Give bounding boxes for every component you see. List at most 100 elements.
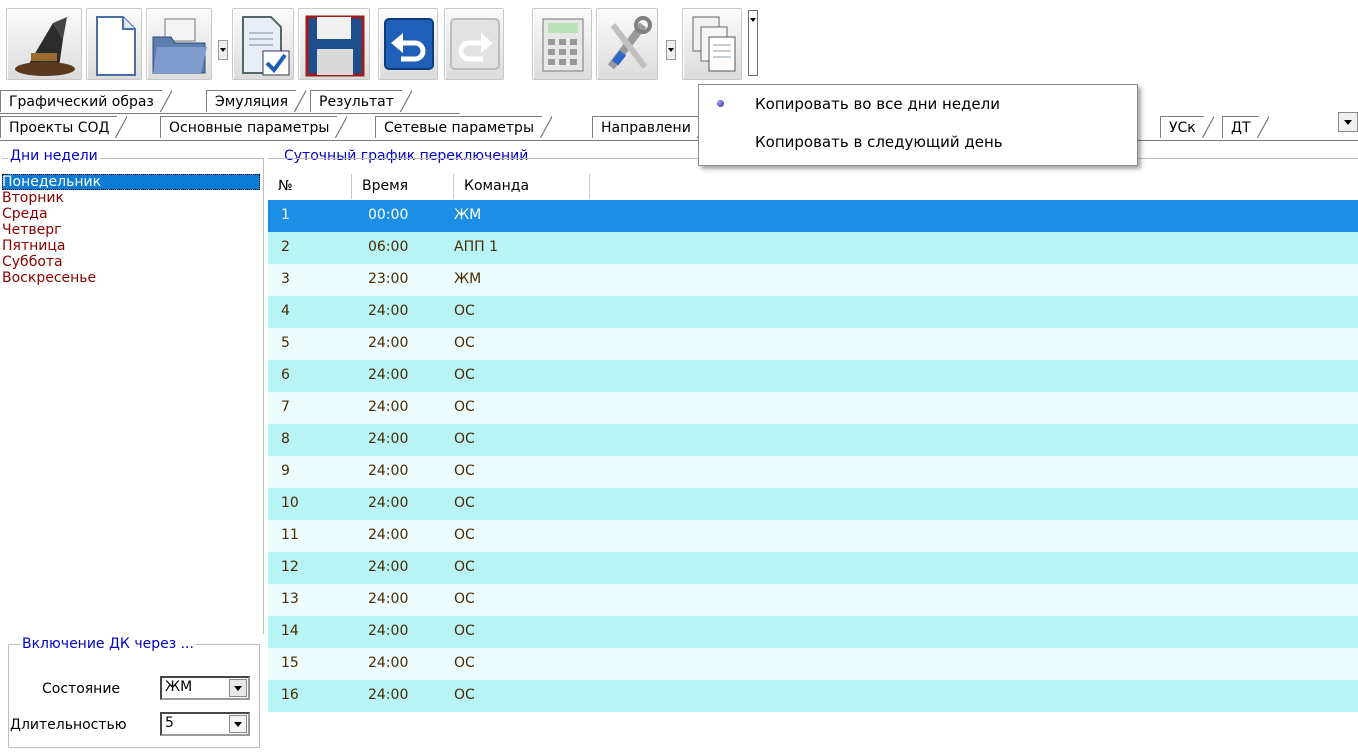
table-row[interactable]: 1 00:00 ЖМ (268, 200, 1358, 232)
days-list: Понедельник Вторник Среда Четверг Пятниц… (2, 174, 260, 286)
save-disk-icon (305, 15, 365, 77)
tab-sod-projects[interactable]: Проекты СОД (0, 116, 128, 138)
save-button[interactable] (298, 8, 370, 80)
cell-time: 06:00 (368, 239, 409, 255)
cell-number: 16 (281, 687, 299, 703)
cell-number: 2 (281, 239, 290, 255)
cell-time: 24:00 (368, 463, 409, 479)
tab-directions[interactable]: Направлени (592, 116, 709, 138)
cell-command: ОС (454, 399, 475, 415)
calculator-button[interactable] (532, 8, 592, 80)
table-row[interactable]: 13 24:00 ОС (268, 584, 1358, 616)
cell-number: 9 (281, 463, 290, 479)
copy-dropdown-arrow[interactable] (748, 10, 758, 76)
chevron-down-icon[interactable] (229, 679, 247, 697)
undo-button[interactable] (378, 8, 438, 80)
tools-button[interactable] (596, 8, 658, 80)
table-row[interactable]: 11 24:00 ОС (268, 520, 1358, 552)
table-row[interactable]: 9 24:00 ОС (268, 456, 1358, 488)
open-button[interactable] (146, 8, 212, 80)
tab-graphic-image[interactable]: Графический образ (0, 90, 172, 112)
cell-time: 24:00 (368, 335, 409, 351)
tabrow-second: Проекты СОД Основные параметры Сетевые п… (0, 116, 1358, 140)
toolbar (0, 0, 1358, 86)
cell-number: 3 (281, 271, 290, 287)
schedule-title: Суточный график переключений (282, 148, 531, 164)
table-row[interactable]: 5 24:00 ОС (268, 328, 1358, 360)
redo-icon (450, 18, 500, 70)
new-document-button[interactable] (86, 8, 142, 80)
day-item[interactable]: Пятница (2, 238, 260, 254)
calculator-icon (542, 18, 584, 72)
tools-dropdown-arrow[interactable] (666, 40, 676, 60)
table-row[interactable]: 12 24:00 ОС (268, 552, 1358, 584)
cell-command: ОС (454, 687, 475, 703)
cell-number: 10 (281, 495, 299, 511)
cell-time: 24:00 (368, 591, 409, 607)
table-row[interactable]: 4 24:00 ОС (268, 296, 1358, 328)
table-row[interactable]: 3 23:00 ЖМ (268, 264, 1358, 296)
open-folder-icon (152, 18, 207, 74)
state-combobox[interactable]: ЖМ (160, 676, 250, 700)
duration-label: Длительностью (10, 717, 127, 733)
cell-command: ОС (454, 527, 475, 543)
cell-number: 13 (281, 591, 299, 607)
menu-item-copy-next-day[interactable]: Копировать в следующий день (755, 133, 1003, 151)
cell-time: 24:00 (368, 495, 409, 511)
tab-result[interactable]: Результат (310, 90, 412, 112)
copy-button[interactable] (682, 8, 742, 80)
tab-main-parameters[interactable]: Основные параметры (160, 116, 348, 138)
table-row[interactable]: 10 24:00 ОС (268, 488, 1358, 520)
cell-number: 1 (281, 207, 290, 223)
tab-scroll-button[interactable] (1338, 112, 1358, 132)
cell-number: 11 (281, 527, 299, 543)
table-row[interactable]: 16 24:00 ОС (268, 680, 1358, 712)
table-row[interactable]: 8 24:00 ОС (268, 424, 1358, 456)
day-item[interactable]: Среда (2, 206, 260, 222)
table-row[interactable]: 14 24:00 ОС (268, 616, 1358, 648)
cell-time: 24:00 (368, 431, 409, 447)
cell-command: ОС (454, 303, 475, 319)
day-item[interactable]: Воскресенье (2, 270, 260, 286)
undo-icon (384, 18, 434, 70)
table-row[interactable]: 15 24:00 ОС (268, 648, 1358, 680)
tab-network-parameters[interactable]: Сетевые параметры (375, 116, 552, 138)
open-dropdown-arrow[interactable] (218, 40, 228, 60)
day-item[interactable]: Вторник (2, 190, 260, 206)
tab-dt[interactable]: ДТ (1222, 116, 1268, 138)
wizard-button[interactable] (6, 8, 82, 80)
cell-time: 24:00 (368, 623, 409, 639)
state-label: Состояние (42, 681, 121, 697)
day-item[interactable]: Суббота (2, 254, 260, 270)
column-header-command[interactable]: Команда (454, 174, 590, 199)
menu-item-copy-all-days[interactable]: Копировать во все дни недели (755, 95, 1000, 113)
day-item[interactable]: Четверг (2, 222, 260, 238)
tools-icon (607, 16, 652, 70)
duration-spinner[interactable]: 5 (160, 712, 250, 736)
cell-command: ЖМ (454, 207, 482, 223)
schedule-grid: № Время Команда 1 00:00 ЖМ 2 06:00 АПП 1 3 23:0… (268, 174, 1358, 754)
cell-number: 15 (281, 655, 299, 671)
redo-button[interactable] (444, 8, 504, 80)
day-item[interactable]: Понедельник (2, 174, 260, 190)
radio-bullet-icon (717, 100, 724, 107)
table-row[interactable]: 2 06:00 АПП 1 (268, 232, 1358, 264)
cell-number: 12 (281, 559, 299, 575)
check-button[interactable] (232, 8, 294, 80)
cell-command: АПП 1 (454, 239, 498, 255)
tab-usk[interactable]: УСк (1160, 116, 1214, 138)
column-header-number[interactable]: № (268, 174, 352, 199)
table-row[interactable]: 6 24:00 ОС (268, 360, 1358, 392)
days-group-title: Дни недели (8, 148, 100, 164)
copy-popup-menu: Копировать во все дни недели Копировать … (698, 84, 1138, 166)
spin-arrows-icon[interactable] (229, 715, 247, 733)
cell-time: 24:00 (368, 303, 409, 319)
cell-number: 14 (281, 623, 299, 639)
table-row[interactable]: 7 24:00 ОС (268, 392, 1358, 424)
new-document-icon (96, 16, 136, 76)
cell-time: 24:00 (368, 527, 409, 543)
cell-number: 7 (281, 399, 290, 415)
tab-emulation[interactable]: Эмуляция (206, 90, 307, 112)
wizard-hat-icon (15, 17, 75, 76)
column-header-time[interactable]: Время (352, 174, 454, 199)
